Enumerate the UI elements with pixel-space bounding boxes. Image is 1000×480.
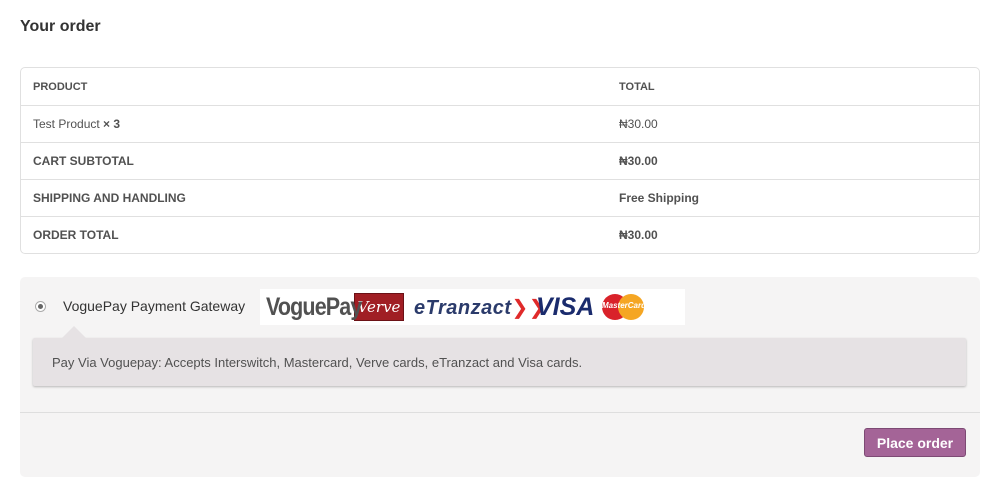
payment-description: Pay Via Voguepay: Accepts Interswitch, M…	[52, 355, 583, 370]
payment-description-box: Pay Via Voguepay: Accepts Interswitch, M…	[33, 326, 966, 386]
payment-method-label[interactable]: VoguePay Payment Gateway	[63, 298, 245, 314]
shipping-label: SHIPPING AND HANDLING	[21, 179, 607, 216]
product-total: ₦30.00	[607, 105, 979, 142]
payment-logos: VoguePay Verve eTranzact❯❯ VISA MasterCa…	[260, 289, 685, 325]
order-total-value: ₦30.00	[607, 216, 979, 253]
payment-section: VoguePay Payment Gateway VoguePay Verve …	[20, 277, 980, 477]
table-row: CART SUBTOTAL ₦30.00	[21, 142, 979, 179]
visa-logo: VISA	[536, 292, 595, 321]
etranzact-logo: eTranzact❯❯	[414, 295, 546, 320]
verve-logo: Verve	[354, 293, 404, 321]
divider	[20, 412, 980, 413]
place-order-button[interactable]: Place order	[864, 428, 966, 457]
order-total-label: ORDER TOTAL	[21, 216, 607, 253]
header-total: TOTAL	[619, 80, 655, 93]
subtotal-label: CART SUBTOTAL	[21, 142, 607, 179]
header-product: PRODUCT	[33, 80, 88, 93]
subtotal-value: ₦30.00	[607, 142, 979, 179]
payment-method-voguepay[interactable]: VoguePay Payment Gateway VoguePay Verve …	[20, 277, 980, 335]
page-title: Your order	[20, 18, 101, 35]
payment-method-radio[interactable]	[35, 301, 46, 312]
voguepay-logo: VoguePay	[266, 292, 362, 321]
product-name: Test Product	[33, 117, 100, 131]
mastercard-logo: MasterCard	[600, 292, 648, 322]
table-row: Test Product × 3 ₦30.00	[21, 105, 979, 142]
etranzact-logo-text: eTranzact	[414, 296, 512, 319]
product-quantity: × 3	[103, 117, 121, 131]
table-row: SHIPPING AND HANDLING Free Shipping	[21, 179, 979, 216]
shipping-value: Free Shipping	[607, 179, 979, 216]
table-header-row: PRODUCT TOTAL	[21, 68, 979, 105]
order-review-table: PRODUCT TOTAL Test Product × 3 ₦30.00 CA…	[20, 67, 980, 254]
mastercard-logo-text: MasterCard	[601, 301, 646, 310]
product-cell: Test Product × 3	[21, 105, 607, 142]
table-row: ORDER TOTAL ₦30.00	[21, 216, 979, 253]
